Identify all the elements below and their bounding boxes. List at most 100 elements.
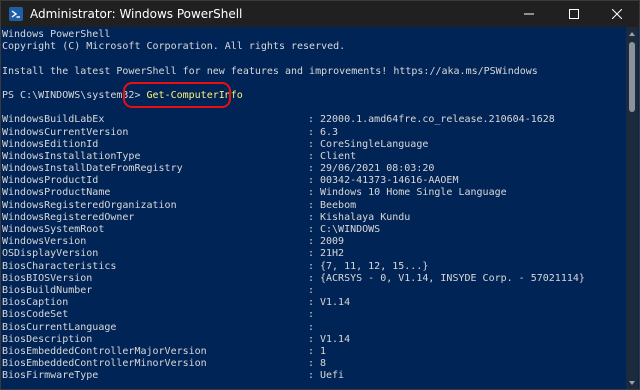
property-value: Windows 10 Home Single Language — [320, 187, 507, 199]
maximize-icon — [569, 9, 579, 19]
prompt: PS C:\WINDOWS\system32> — [2, 89, 147, 101]
prompt-line[interactable]: PS C:\WINDOWS\system32> Get-ComputerInfo — [2, 90, 627, 102]
property-separator: : — [308, 224, 315, 235]
banner-line: Windows PowerShell — [2, 29, 111, 40]
scroll-up-arrow-icon[interactable] — [629, 32, 635, 36]
title-bar[interactable]: Administrator: Windows PowerShell — [1, 1, 639, 27]
property-row: WindowsEditionId: CoreSingleLanguage — [2, 139, 627, 151]
property-row: WindowsBuildLabEx:22000.1.amd64fre.co_re… — [2, 114, 627, 126]
scroll-thumb[interactable] — [629, 42, 635, 112]
minimize-button[interactable] — [507, 1, 551, 27]
property-value: 8 — [320, 358, 327, 370]
property-key: BiosCodeSet — [2, 309, 69, 321]
property-key: BiosCaption — [2, 297, 69, 309]
property-separator: : — [308, 199, 315, 211]
powershell-window: Administrator: Windows PowerShell Window… — [0, 0, 640, 390]
console-output[interactable]: Windows PowerShell Copyright (C) Microso… — [1, 27, 627, 389]
property-value: 1 — [320, 345, 327, 357]
property-row: BiosBIOSVersion: {ACRSYS - 0, V1.14, INSY… — [2, 273, 627, 285]
property-separator: : — [308, 150, 315, 162]
property-key: WindowsRegisteredOwner — [2, 211, 135, 223]
property-row: BiosCharacteristics: {7, 11, 12, 15...} — [2, 261, 627, 273]
property-separator: : — [308, 284, 315, 296]
banner-line: Copyright (C) Microsoft Corporation. All… — [2, 41, 346, 53]
property-value: V1.14 — [320, 333, 351, 345]
banner-line — [2, 78, 627, 90]
property-value: 22000.1.amd64fre.co_release.210604-1628 — [320, 114, 555, 126]
property-value: Beebom — [320, 199, 357, 211]
property-row: BiosEmbeddedControllerMinorVersion:8 — [2, 358, 627, 370]
property-value: CoreSingleLanguage — [320, 138, 429, 150]
property-value: Client — [320, 150, 357, 162]
property-row: BiosCaption: V1.14 — [2, 297, 627, 309]
property-row: WindowsRegisteredOrganization: Beebom — [2, 200, 627, 212]
property-separator: : — [308, 138, 315, 150]
property-value: 2009 — [320, 236, 345, 248]
property-key: WindowsVersion — [2, 236, 87, 248]
property-key: BiosCharacteristics — [2, 260, 117, 272]
property-separator: : — [308, 236, 315, 248]
property-row: BiosCurrentLanguage: — [2, 322, 627, 334]
property-key: WindowsSystemRoot — [2, 224, 105, 235]
banner-line: Install the latest PowerShell for new fe… — [2, 65, 538, 77]
property-key: BiosEmbeddedControllerMajorVersion — [2, 345, 207, 357]
property-separator: : — [308, 163, 315, 175]
powershell-icon — [9, 7, 23, 21]
property-value: 29/06/2021 08:03:20 — [320, 163, 435, 175]
property-row: BiosDescription: V1.14 — [2, 334, 627, 346]
window-title: Administrator: Windows PowerShell — [30, 7, 243, 21]
property-key: WindowsInstallDateFromRegistry — [2, 163, 183, 175]
property-key: WindowsProductName — [2, 187, 111, 199]
property-row: OSDisplayVersion:21H2 — [2, 248, 627, 260]
property-value: 00342-41373-14616-AAOEM — [320, 175, 459, 187]
property-value: {7, 11, 12, 15...} — [320, 260, 429, 272]
property-row: BiosCodeSet: — [2, 309, 627, 321]
property-value: C:\WINDOWS — [320, 224, 381, 235]
property-row: WindowsInstallDateFromRegistry:29/06/202… — [2, 163, 627, 175]
property-value: Kishalaya Kundu — [320, 211, 411, 223]
property-value: {ACRSYS - 0, V1.14, INSYDE Corp. - 57021… — [320, 272, 585, 284]
property-separator: : — [308, 260, 315, 272]
vertical-scrollbar[interactable] — [626, 27, 638, 389]
property-row: BiosBuildNumber: — [2, 285, 627, 297]
property-value: 21H2 — [320, 248, 345, 260]
property-separator: : — [308, 126, 315, 138]
property-separator: : — [308, 309, 315, 321]
property-separator: : — [308, 345, 315, 357]
property-row: BiosEmbeddedControllerMajorVersion:1 — [2, 346, 627, 358]
scroll-down-arrow-icon[interactable] — [629, 381, 635, 385]
minimize-icon — [524, 13, 534, 15]
property-separator: : — [308, 114, 315, 126]
property-key: WindowsBuildLabEx — [2, 114, 105, 126]
property-key: WindowsRegisteredOrganization — [2, 199, 177, 211]
property-key: BiosEmbeddedControllerMinorVersion — [2, 358, 207, 370]
property-key: WindowsCurrentVersion — [2, 126, 129, 138]
property-separator: : — [308, 211, 315, 223]
close-button[interactable] — [595, 1, 639, 27]
property-key: BiosFirmwareType — [2, 370, 99, 382]
property-separator: : — [308, 370, 315, 382]
property-separator: : — [308, 175, 315, 187]
property-separator: : — [308, 272, 315, 284]
close-icon — [612, 9, 622, 19]
property-separator: : — [308, 358, 315, 370]
property-separator: : — [308, 248, 315, 260]
property-separator: : — [308, 187, 315, 199]
property-value: V1.14 — [320, 297, 351, 309]
property-row: WindowsVersion:2009 — [2, 236, 627, 248]
property-row: WindowsSystemRoot: C:\WINDOWS — [2, 224, 627, 236]
maximize-button[interactable] — [552, 1, 596, 27]
property-row: WindowsProductId:00342-41373-14616-AAOEM — [2, 175, 627, 187]
property-key: WindowsEditionId — [2, 138, 99, 150]
property-value: Uefi — [320, 370, 345, 382]
property-separator: : — [308, 321, 315, 333]
property-key: OSDisplayVersion — [2, 248, 99, 260]
property-row: WindowsInstallationType: Client — [2, 151, 627, 163]
property-key: BiosDescription — [2, 333, 93, 345]
command-text[interactable]: Get-ComputerInfo — [147, 90, 243, 101]
property-key: WindowsProductId — [2, 175, 99, 187]
property-value: 6.3 — [320, 126, 339, 138]
property-key: BiosBuildNumber — [2, 284, 93, 296]
property-row: WindowsCurrentVersion:6.3 — [2, 127, 627, 139]
